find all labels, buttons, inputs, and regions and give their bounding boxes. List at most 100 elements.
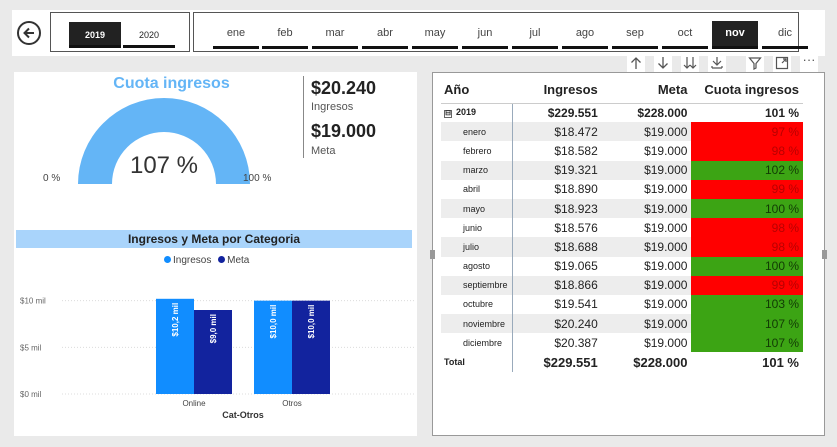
table-row: mayo $18.923 $19.000 100 % [441,198,803,219]
resize-handle-right[interactable] [822,250,827,259]
table-row: enero $18.472 $19.000 97 % [441,122,803,142]
y-tick-label: $0 mil [20,390,42,399]
table-row: junio $18.576 $19.000 98 % [441,218,803,238]
matrix-panel: Año Ingresos Meta Cuota ingresos ⊟ 2019 $… [430,72,827,436]
row-month: diciembre [441,333,513,353]
gauge-value: 107 % [129,152,199,179]
row-cuota: 98 % [691,218,803,238]
collapse-icon[interactable]: ⊟ [444,110,452,119]
row-meta: $19.000 [644,143,688,158]
month-button-may[interactable]: may [412,21,458,49]
row-meta: $19.000 [601,275,692,295]
row-meta: $19.000 [601,314,692,334]
header-ano[interactable]: Año [441,77,513,104]
header-cuota-ingresos[interactable]: Cuota ingresos [691,77,803,104]
table-row: diciembre $20.387 $19.000 107 % [441,333,803,353]
kpi-meta-label: Meta [311,145,336,157]
row-month: febrero [441,141,513,161]
year-button-2019[interactable]: 2019 [69,22,121,48]
row-month: agosto [441,256,513,276]
month-button-mar[interactable]: mar [312,21,358,49]
table-row: abril $18.890 $19.000 99 % [441,179,803,199]
row-cuota: 98 % [691,141,803,161]
month-button-jun[interactable]: jun [462,21,508,49]
row-month: mayo [441,198,513,219]
row-ingresos: $18.582 [554,143,598,158]
filter-icon[interactable] [746,54,764,72]
row-ingresos: $18.866 [512,275,602,295]
row-month: enero [441,122,513,142]
expand-down-icon[interactable] [708,54,726,72]
table-row: julio $18.688 $19.000 98 % [441,237,803,257]
month-button-nov[interactable]: nov [712,21,758,49]
more-options-icon[interactable]: ··· [800,53,818,72]
row-ingresos: $18.472 [512,122,602,142]
kpi-ingresos-label: Ingresos [311,101,354,113]
row-ingresos: $18.576 [554,220,598,235]
visual-header-toolbar: ··· [625,52,835,74]
total-row: Total $229.551 $228.000 101 % [441,352,803,372]
row-month: marzo [441,160,513,180]
kpi-ingresos-value: $20.240 [311,78,377,98]
table-row: marzo $19.321 $19.000 102 % [441,160,803,180]
bar-chart[interactable]: $0 mil $5 mil $10 mil $10,2 mil $9,0 mil Onli… [14,268,417,432]
row-meta: $19.000 [601,122,692,142]
row-ingresos: $20.240 [512,314,602,334]
month-button-jul[interactable]: jul [512,21,558,49]
group-ingresos: $229.551 [547,105,598,120]
row-meta: $19.000 [601,160,692,180]
table-row: septiembre $18.866 $19.000 99 % [441,275,803,295]
row-month: julio [441,237,513,257]
table-row: febrero $18.582 $19.000 98 % [441,141,803,161]
bar-data-label: $10,0 mil [269,305,278,339]
arrow-down-icon[interactable] [654,54,672,72]
year-button-2020[interactable]: 2020 [123,22,175,48]
focus-mode-icon[interactable] [773,54,791,72]
arrow-up-icon[interactable] [627,54,645,72]
kpi-divider [303,76,304,158]
row-month: junio [441,218,513,238]
matrix-header-row: Año Ingresos Meta Cuota ingresos [441,77,803,104]
group-year: 2019 [456,107,477,118]
month-button-abr[interactable]: abr [362,21,408,49]
back-arrow-icon[interactable] [17,21,41,45]
row-meta: $19.000 [644,259,688,274]
y-tick-label: $5 mil [20,343,42,352]
row-month: abril [441,179,513,199]
gauge-max-label: 100 % [243,173,272,184]
row-meta: $19.000 [644,335,688,350]
month-button-ago[interactable]: ago [562,21,608,49]
row-ingresos: $18.890 [554,182,598,197]
x-axis-label: Cat-Otros [222,410,264,420]
group-meta: $228.000 [637,105,688,120]
row-month: noviembre [441,314,513,334]
month-button-dic[interactable]: dic [762,21,808,49]
month-button-feb[interactable]: feb [262,21,308,49]
total-label: Total [441,352,513,372]
row-ingresos: $19.541 [554,297,598,312]
header-ingresos[interactable]: Ingresos [512,77,602,104]
month-button-oct[interactable]: oct [662,21,708,49]
row-cuota: 97 % [691,122,803,142]
chart-legend[interactable]: Ingresos Meta [164,255,249,266]
month-slicer: ene feb mar abr may jun jul ago sep oct … [193,12,808,52]
double-arrow-down-icon[interactable] [681,54,699,72]
bar-data-label: $10,0 mil [307,305,316,339]
bar-chart-title: Ingresos y Meta por Categoria [16,230,412,248]
row-cuota: 100 % [691,256,803,276]
table-row: noviembre $20.240 $19.000 107 % [441,314,803,334]
group-cuota: 101 % [764,105,799,120]
row-meta: $19.000 [601,198,692,219]
header-meta[interactable]: Meta [601,77,692,104]
bar-data-label: $9,0 mil [209,314,218,343]
total-cuota: 101 % [762,354,799,370]
resize-handle-left[interactable] [430,250,435,259]
table-row: octubre $19.541 $19.000 103 % [441,294,803,315]
row-ingresos: $19.065 [554,259,598,274]
month-button-ene[interactable]: ene [213,21,259,49]
row-meta: $19.000 [644,220,688,235]
row-ingresos: $18.923 [512,198,602,219]
row-month: octubre [441,294,513,315]
month-button-sep[interactable]: sep [612,21,658,49]
table-row: agosto $19.065 $19.000 100 % [441,256,803,276]
